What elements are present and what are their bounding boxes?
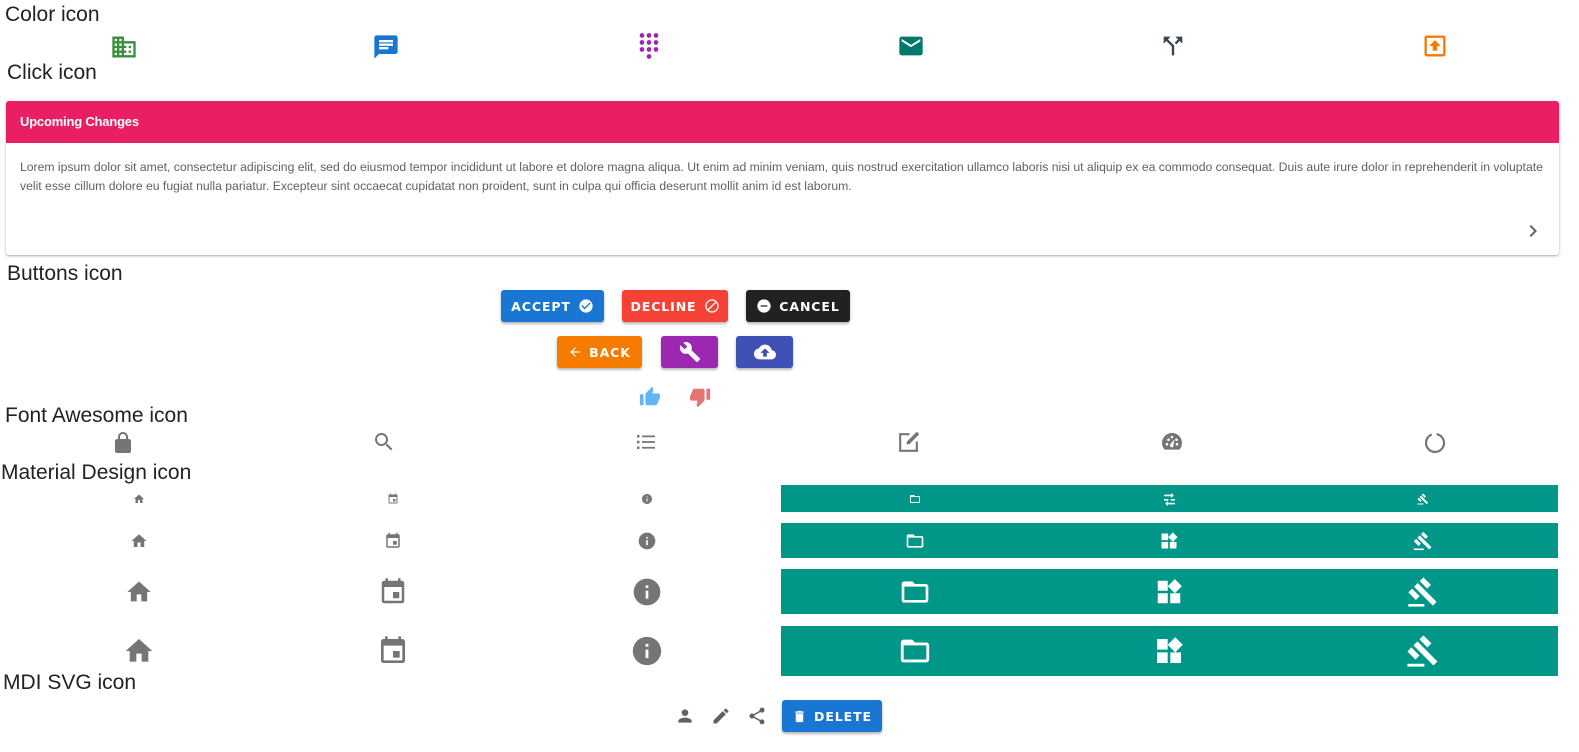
event-icon — [385, 492, 401, 506]
section-title-click-icon: Click icon — [7, 61, 97, 84]
event-icon — [376, 576, 410, 608]
check-circle-icon — [578, 298, 594, 314]
info-icon — [630, 576, 664, 608]
delete-label: Delete — [814, 708, 872, 724]
cancel-icon — [704, 298, 720, 314]
arrow-left-icon — [568, 345, 582, 359]
pencil-icon — [711, 706, 731, 726]
info-icon — [635, 529, 659, 553]
thumb-down-icon[interactable] — [689, 386, 711, 408]
home-icon — [122, 576, 156, 608]
gavel-icon — [1411, 529, 1435, 553]
widgets-icon — [1152, 576, 1186, 608]
account-icon — [675, 706, 695, 726]
section-title-mdi-svg-icon: MDI SVG icon — [3, 671, 137, 694]
home-icon — [131, 492, 147, 506]
decline-button[interactable]: Decline — [622, 290, 728, 322]
card-body-text: Lorem ipsum dolor sit amet, consectetur … — [20, 160, 1543, 193]
folder-open-icon — [907, 492, 923, 506]
chevron-right-icon[interactable] — [1521, 219, 1545, 243]
minus-circle-icon — [756, 298, 772, 314]
cancel-label: Cancel — [779, 298, 840, 314]
gavel-icon — [1406, 634, 1440, 668]
share-variant-icon — [747, 706, 767, 726]
search-icon — [372, 430, 396, 454]
section-title-material-design-icon: Material Design icon — [1, 461, 192, 484]
delete-icon — [792, 709, 807, 724]
widgets-icon — [1157, 529, 1181, 553]
decline-label: Decline — [630, 298, 697, 314]
upcoming-changes-card: Upcoming Changes Lorem ipsum dolor sit a… — [6, 101, 1559, 255]
delete-button[interactable]: Delete — [782, 700, 882, 732]
gavel-icon — [1406, 576, 1440, 608]
home-icon — [127, 529, 151, 553]
edit-icon — [896, 430, 921, 455]
back-label: Back — [589, 344, 631, 360]
tachometer-icon — [1159, 430, 1185, 454]
upload-box-icon — [1421, 32, 1449, 60]
folder-open-icon — [898, 634, 932, 668]
accept-label: Accept — [511, 298, 571, 314]
event-icon — [376, 634, 410, 668]
folder-open-icon — [903, 529, 927, 553]
accept-button[interactable]: Accept — [501, 290, 604, 322]
section-title-buttons-icon: Buttons icon — [7, 262, 123, 285]
dialpad-icon — [635, 31, 663, 61]
thumb-up-icon[interactable] — [639, 386, 661, 408]
circle-notch-icon — [1423, 431, 1447, 455]
call-split-icon — [1159, 32, 1187, 60]
info-icon — [639, 492, 655, 506]
wrench-icon — [679, 341, 701, 363]
email-icon — [897, 32, 925, 60]
domain-icon — [110, 33, 138, 61]
section-title-color-icon: Color icon — [5, 3, 100, 26]
wrench-button[interactable] — [661, 336, 718, 368]
event-icon — [381, 529, 405, 553]
folder-open-icon — [898, 576, 932, 608]
back-button[interactable]: Back — [557, 336, 642, 368]
info-icon — [630, 634, 664, 668]
home-icon — [122, 634, 156, 668]
card-title: Upcoming Changes — [6, 101, 1559, 143]
lock-icon — [111, 430, 135, 454]
swap-icon — [1161, 492, 1177, 506]
gavel-icon — [1415, 492, 1431, 506]
message-text-icon — [372, 33, 400, 61]
upload-button[interactable] — [736, 336, 793, 368]
widgets-icon — [1152, 634, 1186, 668]
cloud-upload-icon — [753, 341, 776, 363]
list-icon — [634, 430, 658, 454]
section-title-font-awesome-icon: Font Awesome icon — [5, 404, 188, 427]
cancel-button[interactable]: Cancel — [746, 290, 850, 322]
